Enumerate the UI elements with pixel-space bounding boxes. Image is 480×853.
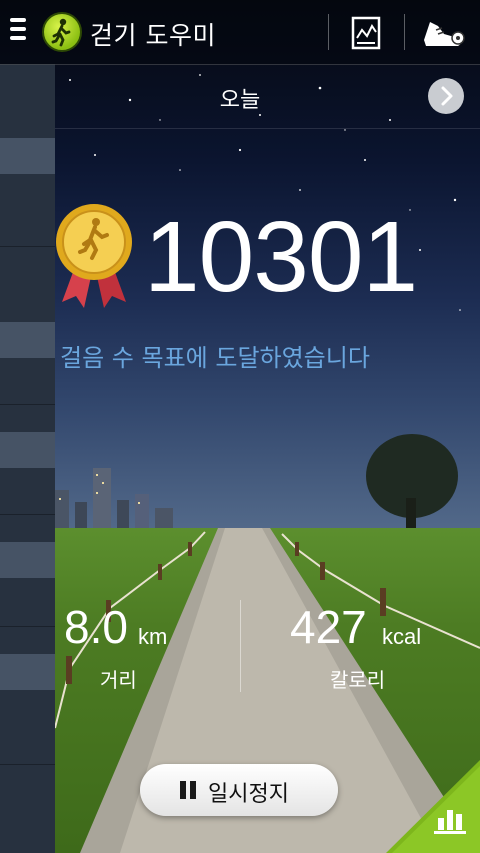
walking-mate-screen: 걷기 도우미 오늘 10301 걸음 수 목표에 도달하였습니다 8.0 km … <box>0 0 480 853</box>
statistics-corner-button[interactable] <box>386 760 480 853</box>
city-skyline-decoration <box>55 468 173 532</box>
calories-value: 427 <box>290 601 367 653</box>
drawer-separator <box>0 246 55 247</box>
side-drawer-strip[interactable] <box>0 64 55 853</box>
stats-divider <box>240 600 241 692</box>
chevron-right-icon <box>441 86 453 106</box>
pause-label: 일시정지 <box>208 782 289 807</box>
shoe-button[interactable] <box>414 10 470 56</box>
date-label: 오늘 <box>219 88 261 113</box>
drawer-band <box>0 432 55 468</box>
drawer-band <box>0 654 55 690</box>
menu-icon[interactable] <box>8 18 28 46</box>
drawer-separator <box>0 514 55 515</box>
distance-label: 거리 <box>100 668 137 692</box>
pause-button[interactable]: 일시정지 <box>140 764 338 816</box>
gold-medal-icon <box>56 204 132 308</box>
walker-logo-icon <box>42 12 82 52</box>
drawer-separator <box>0 404 55 405</box>
app-bar: 걷기 도우미 <box>0 0 480 65</box>
distance-value: 8.0 <box>64 601 128 653</box>
drawer-band <box>0 542 55 578</box>
calories-unit: kcal <box>382 624 422 649</box>
date-row: 오늘 <box>55 64 480 129</box>
drawer-separator <box>0 764 55 765</box>
distance-unit: km <box>138 624 168 649</box>
chart-report-button[interactable] <box>340 10 390 56</box>
pause-icon <box>180 781 198 799</box>
drawer-band <box>0 138 55 174</box>
tree-decoration <box>366 434 458 532</box>
drawer-separator <box>0 626 55 627</box>
chart-report-icon <box>351 16 381 50</box>
appbar-divider <box>404 14 405 50</box>
step-count: 10301 <box>144 201 418 313</box>
appbar-divider <box>328 14 329 50</box>
goal-reached-message: 걸음 수 목표에 도달하였습니다 <box>60 344 370 372</box>
next-day-button[interactable] <box>428 78 464 114</box>
app-title: 걷기 도우미 <box>90 21 216 50</box>
drawer-band <box>0 322 55 358</box>
shoe-icon <box>424 22 465 46</box>
bar-chart-icon <box>386 760 480 853</box>
calories-label: 칼로리 <box>330 668 386 692</box>
